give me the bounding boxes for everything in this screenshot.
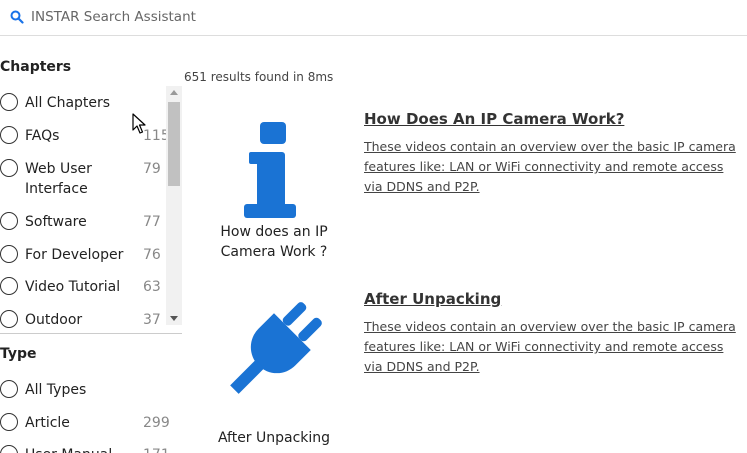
search-bar — [0, 0, 747, 36]
facet-item-count: 79 — [143, 161, 161, 177]
type-facet-title: Type — [0, 346, 37, 362]
results-summary: 651 results found in 8ms — [184, 70, 334, 84]
facet-item-count: 63 — [143, 279, 161, 295]
facet-item-label: For Developer — [25, 247, 124, 263]
search-input[interactable] — [31, 6, 731, 28]
facet-item-count: 299 — [143, 415, 170, 431]
radio-button[interactable] — [0, 159, 18, 177]
facet-item-label: Article — [25, 415, 70, 431]
scrollbar-thumb[interactable] — [168, 102, 180, 186]
search-icon — [10, 10, 24, 24]
facet-item-count: 76 — [143, 247, 161, 263]
radio-button[interactable] — [0, 380, 18, 398]
facet-item-label: All Types — [25, 382, 87, 398]
plug-icon — [230, 302, 322, 394]
facet-item-label: All Chapters — [25, 95, 111, 111]
info-icon — [244, 122, 296, 218]
chapters-scrollbar[interactable] — [166, 86, 182, 325]
chapters-facet-title: Chapters — [0, 59, 72, 75]
thumbnail-caption: How does an IP Camera Work ? — [220, 224, 328, 260]
radio-button[interactable] — [0, 126, 18, 144]
facet-divider — [0, 333, 182, 334]
radio-button[interactable] — [0, 93, 18, 111]
result-thumbnail[interactable]: After Unpacking — [184, 290, 364, 448]
mouse-cursor-icon — [132, 113, 146, 134]
facet-item-label: Video Tutorial — [25, 279, 121, 295]
result-title-link[interactable]: After Unpacking — [364, 290, 501, 308]
facet-item-count: 37 — [143, 312, 161, 328]
facet-item-count: 171 — [143, 445, 170, 453]
chapters-list: All Chapters FAQs 115 Web User Interface… — [0, 86, 182, 329]
radio-button[interactable] — [0, 445, 18, 453]
radio-button[interactable] — [0, 245, 18, 263]
scroll-down-arrow-icon[interactable] — [170, 316, 178, 321]
thumbnail-caption: After Unpacking — [217, 430, 331, 446]
radio-button[interactable] — [0, 277, 18, 295]
radio-button[interactable] — [0, 212, 18, 230]
facet-item-label: Web User Interface — [25, 161, 92, 197]
radio-button[interactable] — [0, 413, 18, 431]
result-item[interactable]: After Unpacking After Unpacking These vi… — [184, 290, 744, 453]
result-title-link[interactable]: How Does An IP Camera Work? — [364, 110, 624, 128]
result-thumbnail[interactable]: How does an IP Camera Work ? — [184, 110, 364, 262]
facet-item-label: Outdoor — [25, 312, 83, 328]
type-list: All Types Article 299 User Manual 171 — [0, 373, 182, 453]
facet-item-label: FAQs — [25, 128, 60, 144]
facet-item-label: Software — [25, 214, 87, 230]
radio-button[interactable] — [0, 310, 18, 328]
result-description-link[interactable]: These videos contain an overview over th… — [364, 317, 744, 377]
result-description-link[interactable]: These videos contain an overview over th… — [364, 137, 744, 197]
scroll-up-arrow-icon[interactable] — [170, 90, 178, 95]
result-item[interactable]: How does an IP Camera Work ? How Does An… — [184, 110, 744, 280]
facet-item-count: 77 — [143, 214, 161, 230]
facet-item-label: User Manual — [25, 445, 143, 453]
